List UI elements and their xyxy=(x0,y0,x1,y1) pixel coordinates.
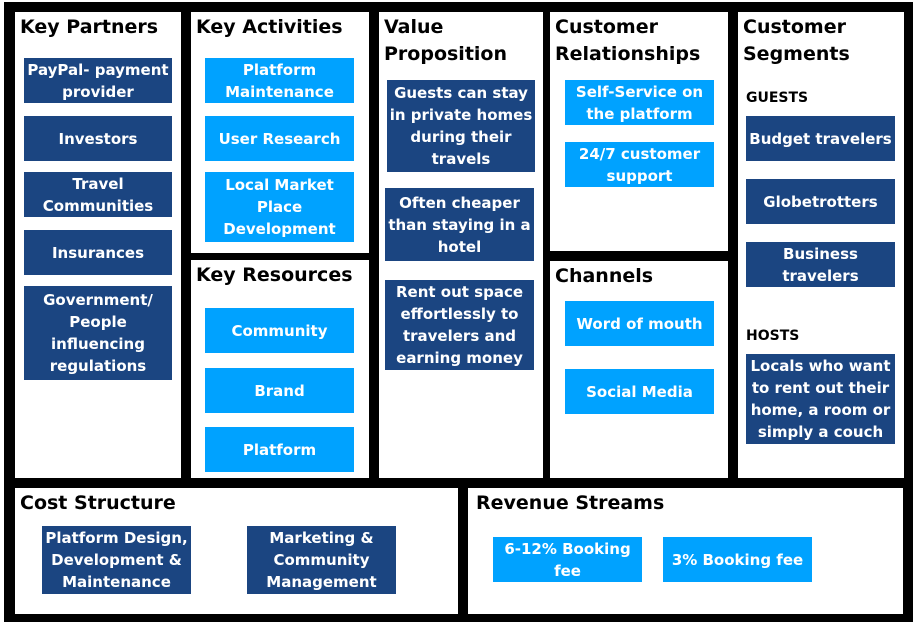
key-partner-card: Government/ People influencing regulatio… xyxy=(24,286,172,380)
key-resource-card: Platform xyxy=(205,427,354,472)
customer-relationship-card: Self-Service on the platform xyxy=(565,80,714,125)
key-activities-title: Key Activities xyxy=(196,16,343,38)
key-activity-card: User Research xyxy=(205,116,354,161)
key-activity-card: Platform Maintenance xyxy=(205,58,354,103)
channel-card: Social Media xyxy=(565,369,714,414)
key-partner-card: Insurances xyxy=(24,230,172,275)
cost-structure-title: Cost Structure xyxy=(20,492,176,514)
value-proposition-card: Rent out space effortlessly to travelers… xyxy=(385,280,534,370)
customer-segment-card: Locals who want to rent out their home, … xyxy=(746,354,895,444)
customer-segment-card: Globetrotters xyxy=(746,179,895,224)
key-partners-section: Key Partners PayPal- payment provider In… xyxy=(15,12,181,478)
key-activity-card: Local Market Place Development xyxy=(205,172,354,242)
key-resource-card: Brand xyxy=(205,368,354,413)
customer-segment-card: Business travelers xyxy=(746,242,895,287)
guests-label: GUESTS xyxy=(746,90,809,106)
value-proposition-card: Often cheaper than staying in a hotel xyxy=(385,188,534,261)
cost-card: Platform Design, Development & Maintenan… xyxy=(42,526,191,594)
channels-section: Channels Word of mouth Social Media xyxy=(550,261,728,478)
channels-title: Channels xyxy=(555,265,654,287)
customer-relationship-card: 24/7 customer support xyxy=(565,142,714,187)
value-proposition-title: Value Proposition xyxy=(384,16,507,65)
value-proposition-section: Value Proposition Guests can stay in pri… xyxy=(379,12,543,478)
key-activities-section: Key Activities Platform Maintenance User… xyxy=(191,12,369,253)
customer-relationships-section: Customer Relationships Self-Service on t… xyxy=(550,12,728,251)
key-partner-card: Travel Communities xyxy=(24,172,172,217)
revenue-card: 3% Booking fee xyxy=(663,537,812,582)
key-partner-card: PayPal- payment provider xyxy=(24,58,172,103)
customer-relationships-title: Customer Relationships xyxy=(555,16,701,65)
customer-segment-card: Budget travelers xyxy=(746,116,895,161)
revenue-card: 6-12% Booking fee xyxy=(493,537,642,582)
key-resource-card: Community xyxy=(205,308,354,353)
customer-segments-section: Customer Segments GUESTS Budget traveler… xyxy=(738,12,904,478)
key-resources-section: Key Resources Community Brand Platform xyxy=(191,260,369,478)
hosts-label: HOSTS xyxy=(746,328,800,344)
revenue-streams-section: Revenue Streams 6-12% Booking fee 3% Boo… xyxy=(468,488,903,614)
key-partners-title: Key Partners xyxy=(20,16,159,38)
channel-card: Word of mouth xyxy=(565,301,714,346)
customer-segments-title: Customer Segments xyxy=(743,16,850,65)
cost-card: Marketing & Community Management xyxy=(247,526,396,594)
key-resources-title: Key Resources xyxy=(196,264,353,286)
key-partner-card: Investors xyxy=(24,116,172,161)
revenue-streams-title: Revenue Streams xyxy=(476,492,665,514)
cost-structure-section: Cost Structure Platform Design, Developm… xyxy=(15,488,458,614)
value-proposition-card: Guests can stay in private homes during … xyxy=(387,80,535,172)
